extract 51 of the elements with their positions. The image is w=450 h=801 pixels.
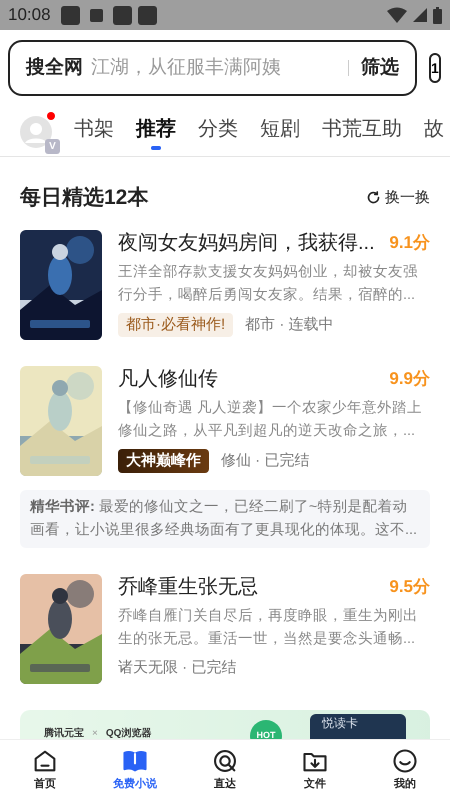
book-score: 9.5分 xyxy=(389,576,430,598)
book-title[interactable]: 夜闯女友妈妈房间，我获得... xyxy=(118,230,375,256)
search-scope: 搜全网 xyxy=(26,56,83,80)
book-meta: 诸天无限 · 已完结 xyxy=(118,658,236,678)
reading-card: 悦读卡 xyxy=(310,714,406,739)
promo-banner[interactable]: 腾讯元宝 × QQ浏览器 HOT 悦读卡 xyxy=(20,710,430,739)
book-summary: 乔峰自雁门关自尽后，再度睁眼，重生为刚出生的张无忌。重活一世，当然是要念头通畅... xyxy=(118,606,419,648)
review-box: 精华书评: 最爱的修仙文之一，已经二刷了~特别是配着动画看，让小说里很多经典场面有了更具现化的体现。这不... xyxy=(20,490,430,548)
book-summary: 【修仙奇遇 凡人逆袭】一个农家少年意外踏上修仙之路，从平凡到超凡的逆天改命之旅，... xyxy=(118,398,424,440)
smile-icon xyxy=(391,747,419,775)
notification-icon xyxy=(60,6,80,24)
nav-tab[interactable]: 免费小说 xyxy=(90,747,180,792)
category-tab[interactable]: 书荒互助 xyxy=(322,114,402,150)
book-meta: 都市 · 连载中 xyxy=(245,314,334,334)
nav-tab[interactable]: 我的 xyxy=(360,747,450,792)
search-field[interactable]: 搜全网 江湖，从征服丰满阿姨 筛选 xyxy=(8,40,417,96)
brand-label: 腾讯元宝 xyxy=(44,726,84,739)
book-tag: 都市·必看神作! xyxy=(118,312,234,337)
book-tag: 大神巅峰作 xyxy=(118,448,209,473)
book-meta: 修仙 · 已完结 xyxy=(221,450,310,470)
refresh-icon xyxy=(366,190,381,206)
category-tab[interactable]: 分类 xyxy=(198,114,238,150)
battery-icon xyxy=(433,6,442,24)
category-tab[interactable]: 推荐 xyxy=(136,114,176,150)
book-score: 9.1分 xyxy=(389,232,430,254)
brand-label: QQ浏览器 xyxy=(106,726,152,739)
book-title[interactable]: 乔峰重生张无忌 xyxy=(118,574,258,600)
nav-tab[interactable]: 文件 xyxy=(270,747,360,792)
vip-badge: V xyxy=(45,139,60,154)
search-bubble-icon xyxy=(211,747,239,775)
book-title[interactable]: 凡人修仙传 xyxy=(118,366,218,392)
nav-tab[interactable]: 直达 xyxy=(180,747,270,792)
book-summary: 王洋全部存款支援女友妈妈创业，却被女友强行分手，喝醉后勇闯女友家。结果，宿醉的... xyxy=(118,262,419,304)
status-time: 10:08 xyxy=(8,4,51,26)
cross-label: × xyxy=(92,726,98,739)
notification-icon xyxy=(112,6,132,24)
hot-badge: HOT xyxy=(250,720,282,739)
category-tab[interactable]: 短剧 xyxy=(260,114,300,150)
book-score: 9.9分 xyxy=(389,368,430,390)
refresh-button[interactable]: 换一换 xyxy=(366,186,430,209)
notification-icon xyxy=(90,8,103,22)
notification-icon xyxy=(138,6,157,24)
wifi-icon xyxy=(387,7,407,23)
signal-icon xyxy=(413,8,427,22)
section-title: 每日精选12本 xyxy=(20,185,148,211)
filter-button[interactable]: 筛选 xyxy=(361,54,399,82)
tab-count-button[interactable]: 1 xyxy=(429,53,441,83)
nav-tab[interactable]: 首页 xyxy=(0,747,90,792)
category-tab[interactable]: 故 xyxy=(424,114,444,150)
category-tab[interactable]: 书架 xyxy=(74,114,114,150)
search-input[interactable]: 江湖，从征服丰满阿姨 xyxy=(91,54,336,82)
